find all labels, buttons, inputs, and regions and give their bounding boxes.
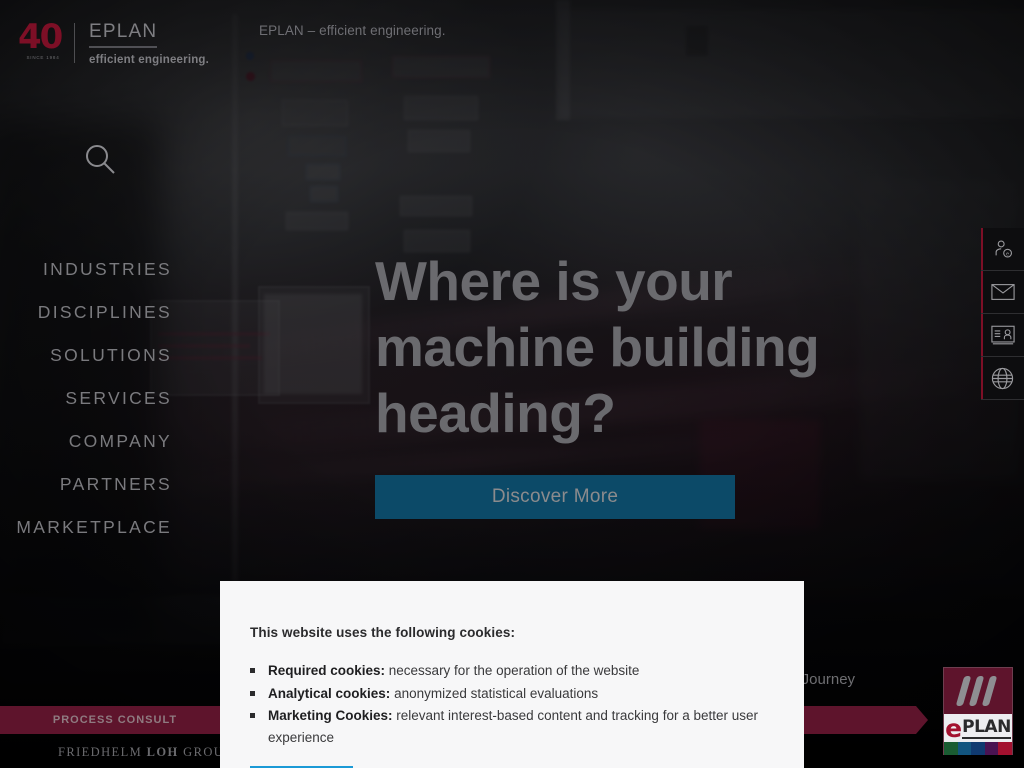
- logo-block[interactable]: 40 SINCE 1984 EPLAN efficient engineerin…: [18, 20, 209, 66]
- nav-item-company[interactable]: COMPANY: [69, 420, 172, 463]
- envelope-icon: [990, 282, 1015, 302]
- nav-item-solutions[interactable]: SOLUTIONS: [50, 334, 172, 377]
- cookie-consent-dialog: This website uses the following cookies:…: [220, 581, 804, 768]
- globe-icon: [991, 367, 1014, 390]
- page-root: 40 SINCE 1984 EPLAN efficient engineerin…: [0, 0, 1024, 768]
- discover-more-button[interactable]: Discover More: [375, 475, 735, 519]
- hero-heading: Where is your machine building heading?: [375, 250, 820, 444]
- rail-item-email[interactable]: [981, 271, 1024, 314]
- cookie-item-marketing-label: Marketing Cookies:: [268, 708, 393, 723]
- rail-item-contact-person[interactable]: e: [981, 228, 1024, 271]
- cookie-type-list: Required cookies: necessary for the oper…: [250, 660, 768, 749]
- contact-card-icon: [990, 325, 1015, 346]
- nav-item-marketplace[interactable]: MARKETPLACE: [16, 506, 172, 549]
- cookie-item-required-label: Required cookies:: [268, 663, 386, 678]
- header-claim: EPLAN – efficient engineering.: [259, 23, 446, 38]
- site-header: 40 SINCE 1984 EPLAN efficient engineerin…: [0, 0, 1024, 174]
- eplan-plan-letters: PLAN: [962, 716, 1011, 739]
- brand-tagline: efficient engineering.: [89, 53, 210, 66]
- ribbon-segment-1[interactable]: PROCESS CONSULT: [0, 706, 242, 734]
- cookie-item-analytical-text: anonymized statistical evaluations: [390, 685, 599, 701]
- hero-block: Where is your machine building heading? …: [375, 248, 895, 519]
- quick-contact-rail: e: [981, 228, 1024, 400]
- cookie-item-analytical: Analytical cookies: anonymized statistic…: [250, 683, 768, 705]
- eplan-e-letter: e: [945, 713, 963, 743]
- ribbon-label-1: PROCESS CONSULT: [52, 714, 178, 726]
- cookie-item-analytical-label: Analytical cookies:: [268, 685, 391, 701]
- search-icon[interactable]: [82, 141, 118, 177]
- main-navigation: INDUSTRIES DISCIPLINES SOLUTIONS SERVICE…: [0, 248, 172, 549]
- rail-item-newsletter[interactable]: [981, 314, 1024, 357]
- cookie-item-marketing: Marketing Cookies: relevant interest-bas…: [250, 705, 768, 749]
- eplan-color-strip: [944, 742, 1012, 755]
- nav-item-partners[interactable]: PARTNERS: [60, 463, 172, 506]
- cookie-item-required-text: necessary for the operation of the websi…: [385, 663, 640, 678]
- user-account-icon: e: [992, 238, 1014, 260]
- nav-item-services[interactable]: SERVICES: [65, 377, 172, 420]
- eplan-wordmark: e PLAN: [944, 714, 1012, 742]
- loh-group-text: FRIEDHELM LOH GROUP: [58, 745, 233, 759]
- rail-item-language[interactable]: [981, 357, 1024, 400]
- nav-item-industries[interactable]: INDUSTRIES: [43, 248, 172, 291]
- anniversary-number: 40: [18, 17, 63, 57]
- nav-item-disciplines[interactable]: DISCIPLINES: [38, 291, 172, 334]
- anniversary-40-logo: 40 SINCE 1984: [18, 20, 68, 66]
- logo-divider: [74, 23, 75, 63]
- friedhelm-loh-group-label: FRIEDHELM LOH GROUP: [58, 745, 233, 760]
- cookie-dialog-title: This website uses the following cookies:: [250, 625, 516, 640]
- brand-name: EPLAN: [89, 21, 158, 48]
- svg-text:e: e: [1006, 251, 1009, 257]
- eplan-slashes-icon: [944, 668, 1012, 714]
- cookie-item-required: Required cookies: necessary for the oper…: [250, 660, 768, 682]
- eplan-badge[interactable]: e PLAN: [943, 667, 1013, 755]
